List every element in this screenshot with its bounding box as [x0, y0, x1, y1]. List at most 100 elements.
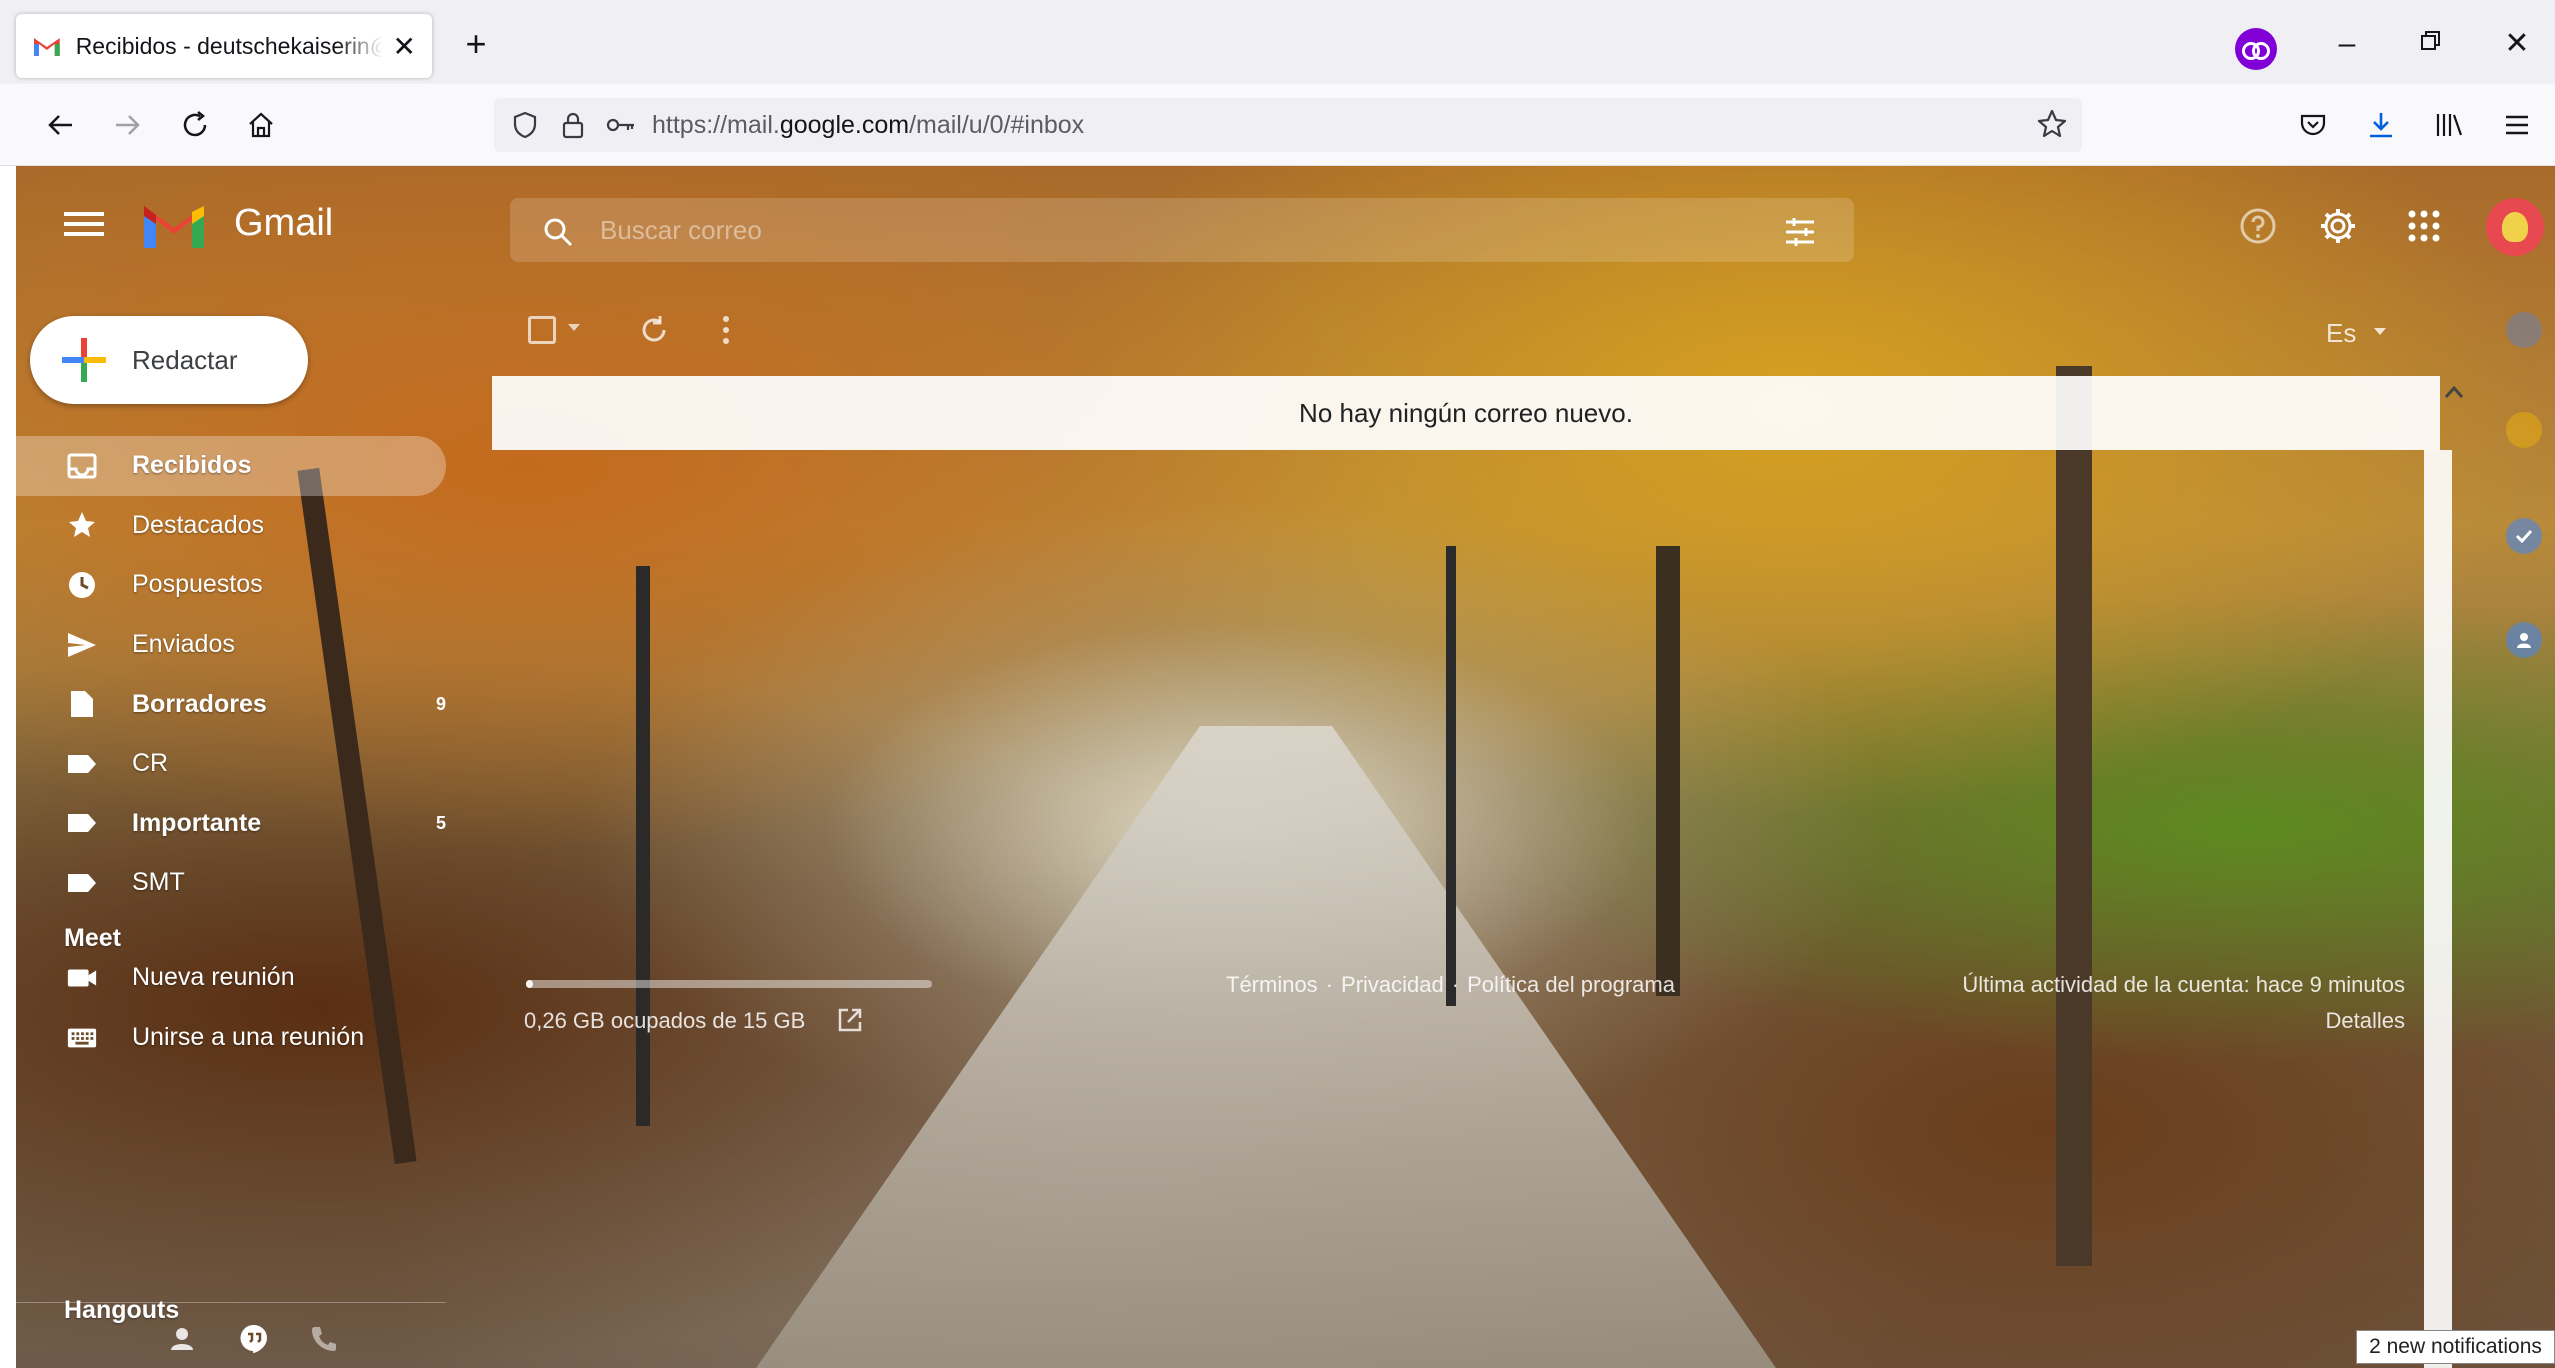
video-camera-icon	[66, 962, 98, 994]
hangouts-button[interactable]	[238, 1323, 270, 1355]
gmail-favicon-icon	[33, 38, 60, 56]
sidebar-item-pospuestos[interactable]: Pospuestos	[16, 555, 446, 615]
arrow-right-icon	[116, 115, 140, 135]
language-dropdown-icon[interactable]	[2374, 328, 2386, 335]
back-button[interactable]	[38, 102, 84, 148]
scrollbar[interactable]	[2424, 450, 2452, 1368]
sidebar-item-enviados[interactable]: Enviados	[16, 615, 446, 675]
search-icon[interactable]	[542, 216, 574, 248]
main-menu-button[interactable]	[64, 206, 104, 246]
gmail-header: Gmail	[16, 166, 2555, 284]
compose-label: Redactar	[132, 344, 238, 375]
shield-icon[interactable]	[508, 108, 542, 142]
background-tree	[2056, 366, 2092, 1266]
keyboard-icon	[66, 1022, 98, 1054]
url-text[interactable]: https://mail.google.com/mail/u/0/#inbox	[652, 111, 1084, 140]
inbox-icon	[66, 450, 98, 482]
input-language-selector[interactable]: Es	[2326, 318, 2356, 349]
key-icon[interactable]	[604, 108, 638, 142]
label-icon	[66, 748, 98, 780]
star-icon	[66, 509, 98, 541]
sidebar-item-borradores[interactable]: Borradores 9	[16, 674, 446, 734]
terms-link[interactable]: Términos	[1226, 972, 1318, 997]
arrow-left-icon	[48, 115, 72, 135]
join-meeting-item[interactable]: Unirse a una reunión	[16, 1008, 446, 1068]
downloads-button[interactable]	[2358, 102, 2404, 148]
new-tab-button[interactable]: +	[456, 24, 496, 64]
close-window-button[interactable]: ✕	[2492, 22, 2542, 66]
label-icon	[66, 867, 98, 899]
sidebar-item-destacados[interactable]: Destacados	[16, 496, 446, 556]
account-avatar[interactable]	[2486, 198, 2544, 256]
calendar-icon[interactable]	[2506, 312, 2542, 348]
pocket-button[interactable]	[2290, 102, 2336, 148]
select-dropdown-icon[interactable]	[568, 324, 580, 331]
phone-icon	[312, 1327, 336, 1351]
restore-button[interactable]	[2406, 22, 2456, 66]
gmail-logo-icon[interactable]	[140, 198, 208, 252]
sidebar-item-label: Enviados	[132, 630, 235, 659]
sidebar-item-label: SMT	[132, 868, 185, 897]
keep-icon[interactable]	[2506, 412, 2542, 448]
tab-title: Recibidos - deutschekaiserin@gmail.com -…	[75, 32, 383, 59]
background-tree	[1656, 546, 1680, 996]
lock-icon[interactable]	[556, 108, 590, 142]
notification-toast[interactable]: 2 new notifications	[2356, 1330, 2555, 1364]
program-policy-link[interactable]: Política del programa	[1467, 972, 1675, 997]
refresh-button[interactable]	[636, 312, 672, 348]
phone-button[interactable]	[308, 1323, 340, 1355]
select-all-checkbox[interactable]	[528, 316, 556, 344]
sidebar-item-cr[interactable]: CR	[16, 734, 446, 794]
tasks-icon[interactable]	[2506, 518, 2542, 554]
privacy-link[interactable]: Privacidad	[1341, 972, 1444, 997]
sidebar-item-importante[interactable]: Importante 5	[16, 794, 446, 854]
library-button[interactable]	[2426, 102, 2472, 148]
gmail-app: Gmail Redactar Recibidos	[16, 166, 2555, 1368]
search-bar[interactable]	[510, 198, 1854, 262]
apps-button[interactable]	[2402, 204, 2446, 248]
background-lamppost	[636, 566, 650, 1126]
footer-separator: ·	[1325, 972, 1334, 997]
search-options-icon[interactable]	[1782, 214, 1818, 250]
external-link-icon[interactable]	[836, 1006, 864, 1034]
search-input[interactable]	[600, 212, 1700, 248]
compose-plus-icon	[60, 336, 108, 384]
chat-bubble-icon	[240, 1324, 267, 1353]
settings-button[interactable]	[2316, 204, 2360, 248]
compose-button[interactable]: Redactar	[30, 316, 308, 404]
restore-icon	[2421, 31, 2440, 50]
more-vert-icon	[723, 316, 729, 344]
sidebar-item-smt[interactable]: SMT	[16, 853, 446, 913]
contacts-button[interactable]	[168, 1323, 200, 1355]
scroll-up-button[interactable]	[2440, 378, 2468, 406]
minimize-button[interactable]: –	[2322, 22, 2372, 66]
gear-icon	[2321, 209, 2355, 243]
bookmark-star-icon[interactable]	[2036, 108, 2068, 145]
sidebar-item-label: Destacados	[132, 510, 265, 539]
sidebar-item-recibidos[interactable]: Recibidos	[16, 436, 446, 496]
contacts-icon[interactable]	[2506, 622, 2542, 658]
browser-tab-gmail[interactable]: Recibidos - deutschekaiserin@gmail.com -…	[16, 14, 432, 78]
background-lamppost	[1446, 546, 1456, 1006]
tab-close-icon[interactable]: ✕	[393, 30, 416, 63]
home-button[interactable]	[238, 102, 284, 148]
reload-button[interactable]	[172, 102, 218, 148]
unread-count: 9	[435, 693, 446, 714]
download-icon	[2370, 113, 2392, 138]
new-meeting-item[interactable]: Nueva reunión	[16, 948, 446, 1008]
sidebar-item-label: CR	[132, 749, 169, 778]
activity-details-link[interactable]: Detalles	[2326, 1008, 2405, 1034]
pocket-icon	[2300, 114, 2326, 136]
url-bar[interactable]: https://mail.google.com/mail/u/0/#inbox	[494, 98, 2082, 152]
more-actions-button[interactable]	[708, 312, 744, 348]
reload-icon	[183, 111, 207, 137]
forward-button[interactable]	[104, 102, 150, 148]
support-button[interactable]	[2236, 204, 2280, 248]
last-account-activity: Última actividad de la cuenta: hace 9 mi…	[1962, 972, 2405, 997]
browser-tab-bar: Recibidos - deutschekaiserin@gmail.com -…	[0, 0, 2555, 84]
sidebar-nav: Recibidos Destacados Pospuestos Enviados…	[16, 436, 446, 913]
home-icon	[249, 112, 273, 138]
hangouts-bottom-bar	[16, 1302, 446, 1368]
menu-button[interactable]	[2494, 102, 2540, 148]
avatar-image	[2502, 212, 2528, 242]
